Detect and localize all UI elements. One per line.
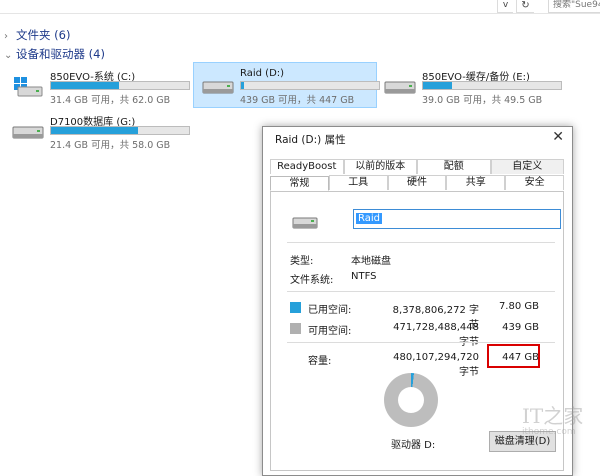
group-folders-label: 文件夹 (6) [16,28,71,42]
hard-drive-icon [384,81,416,94]
drive-usage-bar [240,81,380,90]
free-space-label: 可用空间: [308,326,352,337]
close-icon[interactable]: ✕ [552,129,564,145]
free-space-swatch [290,323,301,334]
drive-name-value: Raid [356,213,382,224]
group-header-drives[interactable]: ⌄ 设备和驱动器 (4) [4,46,105,62]
drive-item-e[interactable]: 850EVO-缓存/备份 (E:) 39.0 GB 可用，共 49.5 GB [376,63,562,107]
drive-size-text: 439 GB 可用，共 447 GB [240,95,355,106]
free-space-gb: 439 GB [502,322,539,333]
drive-item-g[interactable]: D7100数据库 (G:) 21.4 GB 可用，共 58.0 GB [4,108,190,152]
watermark-logo: IT之家 ithome.com [522,404,584,437]
capacity-highlight-box [487,344,540,368]
drive-size-text: 39.0 GB 可用，共 49.5 GB [422,95,543,106]
tab-strip: ReadyBoost 以前的版本 配额 自定义 常规 工具 硬件 共享 安全 [270,159,564,191]
type-label: 类型: [290,256,314,267]
search-input[interactable]: 搜索"Sue94 [548,0,600,13]
drive-size-text: 31.4 GB 可用，共 62.0 GB [50,95,171,106]
used-space-swatch [290,302,301,313]
windows-drive-icon [14,77,43,97]
donut-center [398,387,424,413]
drive-item-d[interactable]: Raid (D:) 439 GB 可用，共 447 GB [193,62,380,108]
tab-quota[interactable]: 配额 [417,159,491,174]
refresh-icon: ↻ [521,0,530,11]
drive-usage-bar [50,126,190,135]
tab-hardware[interactable]: 硬件 [387,175,447,190]
used-space-label: 已用空间: [308,305,352,316]
drive-name-input[interactable]: Raid [353,209,561,229]
disk-usage-donut [384,373,438,427]
group-header-folders[interactable]: › 文件夹 (6) [4,27,70,43]
hard-drive-icon [12,126,44,139]
tab-previous-versions[interactable]: 以前的版本 [343,159,417,174]
chevron-down-icon: v [502,0,509,10]
refresh-button[interactable]: ↻ [516,0,534,13]
hard-drive-icon [202,81,234,94]
drive-usage-bar [422,81,562,90]
address-dropdown-button[interactable]: v [497,0,513,13]
drive-usage-bar [50,81,190,90]
tab-row-lower: 常规 工具 硬件 共享 安全 [270,175,564,191]
used-space-gb: 7.80 GB [498,301,539,312]
tab-row-upper: ReadyBoost 以前的版本 配额 自定义 [270,159,564,174]
explorer-address-strip: v ↻ 搜索"Sue94 [0,0,600,14]
tab-readyboost[interactable]: ReadyBoost [270,159,344,174]
type-value: 本地磁盘 [351,256,391,267]
filesystem-value: NTFS [351,271,377,282]
group-drives-label: 设备和驱动器 (4) [16,47,105,61]
dialog-title: Raid (D:) 属性 [275,134,346,146]
divider [287,342,555,343]
capacity-label: 容量: [308,356,332,367]
divider [287,291,555,292]
chevron-down-icon: ⌄ [4,50,13,61]
free-space-bytes: 471,728,488,448 字节 [393,322,479,348]
tab-customize[interactable]: 自定义 [490,159,564,174]
drive-name: Raid (D:) [240,68,285,79]
tab-tools[interactable]: 工具 [328,175,388,190]
tab-general[interactable]: 常规 [270,176,329,191]
tab-security[interactable]: 安全 [505,175,564,190]
filesystem-label: 文件系统: [290,275,334,286]
drive-item-c[interactable]: 850EVO-系统 (C:) 31.4 GB 可用，共 62.0 GB [4,63,190,107]
drive-size-text: 21.4 GB 可用，共 58.0 GB [50,140,171,151]
chevron-right-icon: › [4,31,8,42]
divider [287,242,555,243]
drive-letter-label: 驱动器 D: [391,440,436,451]
tab-sharing[interactable]: 共享 [446,175,506,190]
hard-drive-icon [292,217,318,229]
general-tab-panel: Raid 类型: 本地磁盘 文件系统: NTFS 已用空间: 8,378,806… [270,191,564,471]
